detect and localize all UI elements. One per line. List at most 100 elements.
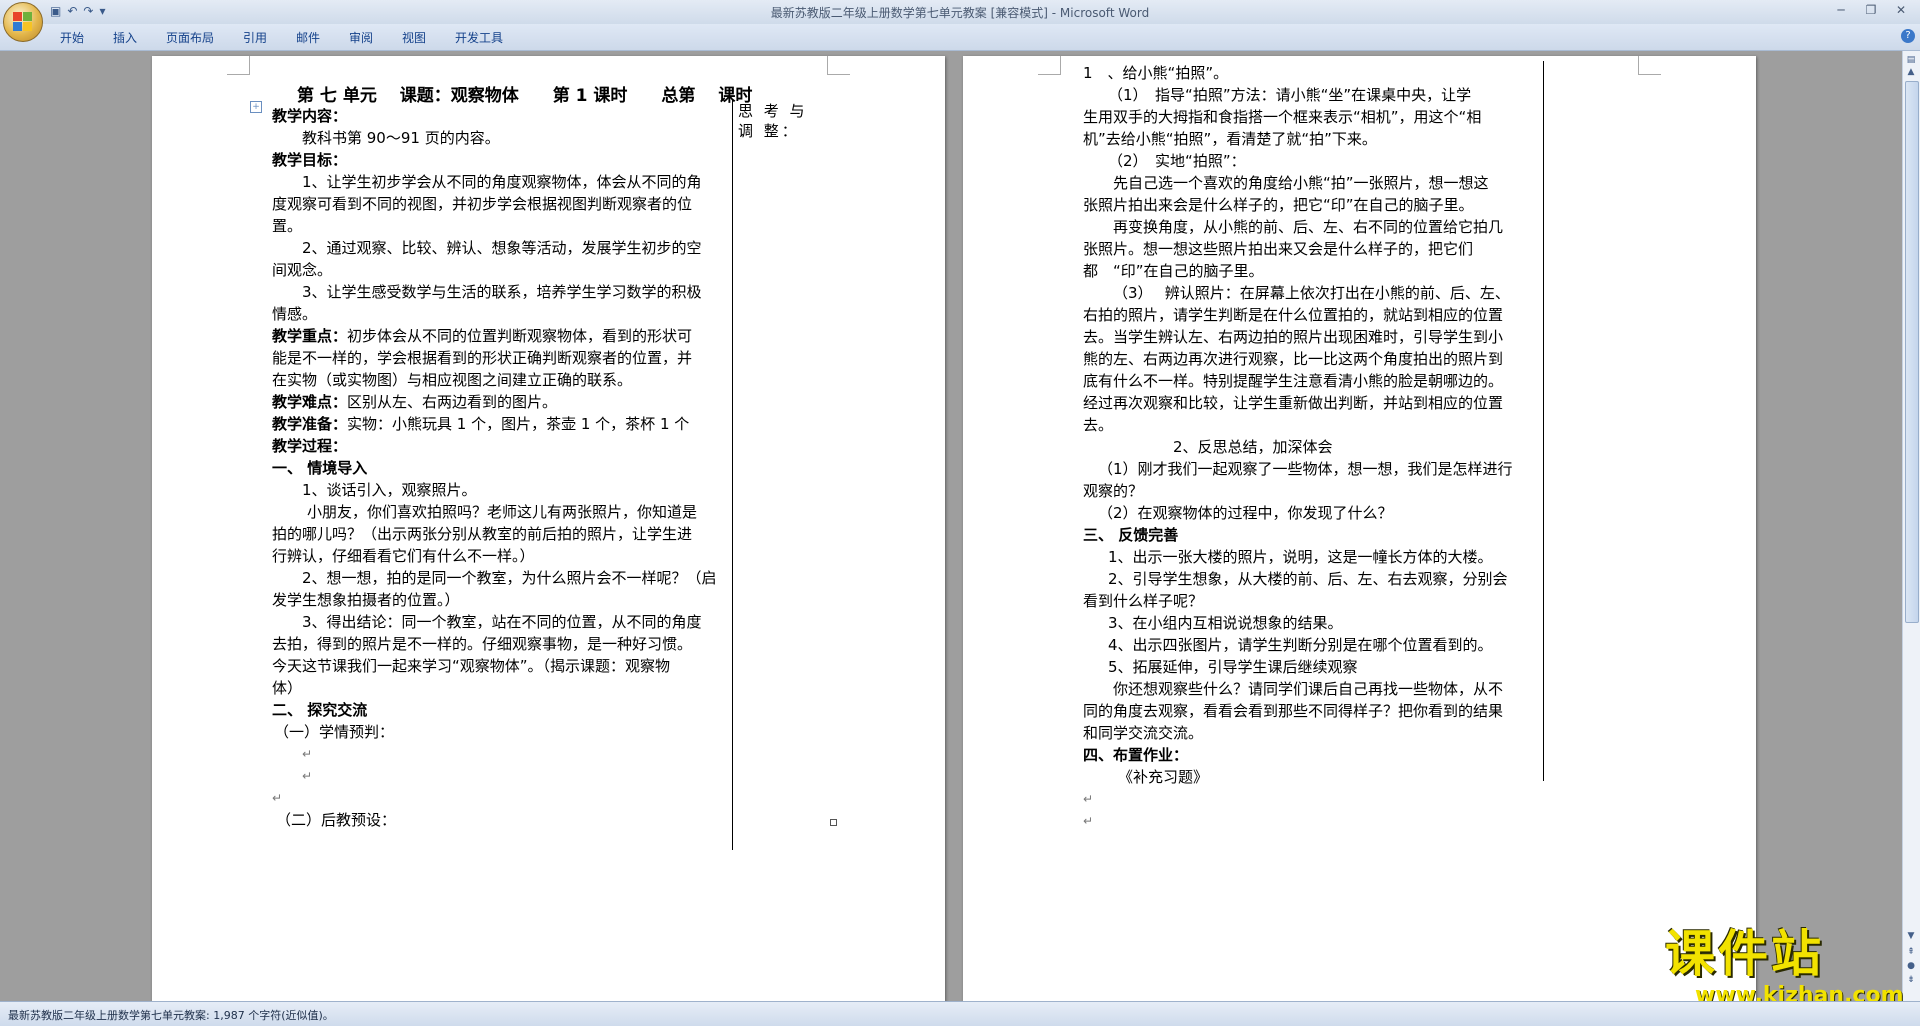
body-line: 行辨认，仔细看看它们有什么不一样。） xyxy=(272,547,535,565)
document-workspace: + 第 七 单元 课题：观察物体 第 1 课时 总第 课时 思 考 与 调 整：… xyxy=(0,51,1903,1001)
table-move-handle-icon[interactable]: + xyxy=(250,101,262,113)
customize-icon[interactable]: ▾ xyxy=(99,3,105,19)
window-controls: ─ ❐ ✕ xyxy=(1826,0,1916,20)
body-line: 3、得出结论：同一个教室，站在不同的位置，从不同的角度 xyxy=(302,613,702,631)
body-line: （2） 实地“拍照”： xyxy=(1108,152,1246,170)
paragraph-mark-icon: ↵ xyxy=(302,769,313,783)
table-divider xyxy=(732,100,733,850)
table-divider xyxy=(1543,61,1544,781)
save-icon[interactable]: ▣ xyxy=(50,3,61,19)
difficulty-label: 教学难点： xyxy=(272,393,348,411)
content-label: 教学内容： xyxy=(272,107,348,125)
body-line: 3、在小组内互相说说想象的结果。 xyxy=(1108,614,1343,632)
office-logo-icon xyxy=(13,12,33,32)
crop-mark xyxy=(1638,56,1661,75)
process-label: 教学过程： xyxy=(272,437,348,455)
crop-mark xyxy=(827,56,850,75)
tab-review[interactable]: 审阅 xyxy=(349,29,373,46)
goal-line: 度观察可看到不同的视图，并初步学会根据视图判断观察者的位 xyxy=(272,195,693,213)
minimize-icon[interactable]: ─ xyxy=(1826,0,1856,20)
body-line: 4、出示四张图片，请学生判断分别是在哪个位置看到的。 xyxy=(1108,636,1493,654)
document-page-left[interactable]: + 第 七 单元 课题：观察物体 第 1 课时 总第 课时 思 考 与 调 整：… xyxy=(152,56,945,1001)
tab-home[interactable]: 开始 xyxy=(60,29,84,46)
tab-page-layout[interactable]: 页面布局 xyxy=(166,29,214,46)
scroll-up-icon[interactable]: ▲ xyxy=(1905,67,1917,77)
body-line: 5、拓展延伸，引导学生课后继续观察 xyxy=(1108,658,1358,676)
body-line: 和同学交流交流。 xyxy=(1083,724,1204,742)
tab-developer[interactable]: 开发工具 xyxy=(455,29,503,46)
body-line: （2）在观察物体的过程中，你发现了什么？ xyxy=(1098,504,1393,522)
body-line: 张照片拍出来会是什么样子的，把它“印”在自己的脑子里。 xyxy=(1083,196,1474,214)
body-line: （3） 辨认照片：在屏幕上依次打出在小熊的前、后、左、 xyxy=(1113,284,1510,302)
reflection-label: 思 考 与 调 整： xyxy=(738,102,808,140)
body-line: 生用双手的大拇指和食指搭一个框来表示“相机”，用这个“相 xyxy=(1083,108,1482,126)
body-line: （二）后教预设： xyxy=(276,811,397,829)
body-line: 拍的哪儿吗？（出示两张分别从教室的前后拍的照片，让学生进 xyxy=(272,525,693,543)
goal-line: 情感。 xyxy=(272,305,318,323)
key-point-label: 教学重点： xyxy=(272,327,348,345)
section-heading: 一、 情境导入 xyxy=(272,459,368,477)
section-heading: 二、 探究交流 xyxy=(272,701,368,719)
ruler-toggle-icon[interactable]: ▤ xyxy=(1905,55,1917,65)
paragraph-mark-icon: ↵ xyxy=(272,791,283,805)
tab-references[interactable]: 引用 xyxy=(243,29,267,46)
key-point-line: 能是不一样的，学会根据看到的形状正确判断观察者的位置，并 xyxy=(272,349,693,367)
document-page-right[interactable]: 1 、给小熊“拍照”。 （1） 指导“拍照”方法：请小熊“坐”在课桌中央，让学 … xyxy=(963,56,1756,1001)
content-text: 教科书第 90～91 页的内容。 xyxy=(302,129,500,147)
paragraph-mark-icon: ↵ xyxy=(1083,814,1094,828)
restore-icon[interactable]: ❐ xyxy=(1856,0,1886,20)
body-line: 观察的？ xyxy=(1083,482,1144,500)
section-heading: 三、 反馈完善 xyxy=(1083,526,1179,544)
preparation-text: 实物：小熊玩具 1 个，图片，茶壶 1 个，茶杯 1 个 xyxy=(347,415,690,433)
body-line: 右拍的照片，请学生判断是在什么位置拍的，就站到相应的位置 xyxy=(1083,306,1504,324)
close-icon[interactable]: ✕ xyxy=(1886,0,1916,20)
help-icon[interactable]: ? xyxy=(1901,29,1915,43)
body-line: 看到什么样子呢？ xyxy=(1083,592,1204,610)
goal-line: 间观念。 xyxy=(272,261,333,279)
body-line: 今天这节课我们一起来学习“观察物体”。（揭示课题：观察物 xyxy=(272,657,671,675)
body-line: 都 “印”在自己的脑子里。 xyxy=(1083,262,1264,280)
difficulty-text: 区别从左、右两边看到的图片。 xyxy=(347,393,558,411)
scroll-thumb[interactable] xyxy=(1905,81,1919,623)
previous-page-icon[interactable]: ⇞ xyxy=(1905,947,1917,957)
table-resize-handle-icon[interactable] xyxy=(830,819,837,826)
select-browse-object-icon[interactable]: ● xyxy=(1905,961,1917,971)
quick-access-toolbar: ▣ ↶ ↷ ▾ xyxy=(50,3,106,19)
crop-mark xyxy=(1038,56,1061,75)
goal-line: 3、让学生感受数学与生活的联系，培养学生学习数学的积极 xyxy=(302,283,702,301)
body-line: 再变换角度，从小熊的前、后、左、右不同的位置给它拍几 xyxy=(1113,218,1504,236)
window-title: 最新苏教版二年级上册数学第七单元教案 [兼容模式] - Microsoft Wo… xyxy=(770,6,1150,20)
vertical-scrollbar[interactable]: ▤ ▲ ▼ ⇞ ● ⇟ xyxy=(1902,51,1920,1001)
body-line: 先自己选一个喜欢的角度给小熊“拍”一张照片，想一想这 xyxy=(1113,174,1489,192)
watermark-logo: 课件站 xyxy=(1665,925,1824,983)
body-line: （1） 指导“拍照”方法：请小熊“坐”在课桌中央，让学 xyxy=(1108,86,1472,104)
site-watermark: 课件站 www.kjzhan.com xyxy=(1665,925,1905,1008)
lesson-title: 第 七 单元 课题：观察物体 第 1 课时 总第 课时 xyxy=(297,86,753,106)
goal-line: 2、通过观察、比较、辨认、想象等活动，发展学生初步的空 xyxy=(302,239,702,257)
goal-line: 置。 xyxy=(272,217,303,235)
undo-icon[interactable]: ↶ xyxy=(67,3,77,19)
body-line: 经过再次观察和比较，让学生重新做出判断，并站到相应的位置 xyxy=(1083,394,1504,412)
body-line: （1）刚才我们一起观察了一些物体，想一想，我们是怎样进行 xyxy=(1098,460,1513,478)
body-line: 张照片。想一想这些照片拍出来又会是什么样子的，把它们 xyxy=(1083,240,1474,258)
redo-icon[interactable]: ↷ xyxy=(83,3,93,19)
body-line: （一）学情预判： xyxy=(274,723,395,741)
body-line: 底有什么不一样。特别提醒学生注意看清小熊的脸是朝哪边的。 xyxy=(1083,372,1504,390)
body-line: 1、出示一张大楼的照片，说明，这是一幢长方体的大楼。 xyxy=(1108,548,1493,566)
body-line: 2、反思总结，加深体会 xyxy=(1173,438,1333,456)
section-heading: 四、布置作业： xyxy=(1083,746,1189,764)
next-page-icon[interactable]: ⇟ xyxy=(1905,975,1917,985)
body-line: 去。 xyxy=(1083,416,1114,434)
status-bar: 最新苏教版二年级上册数学第七单元教案: 1,987 个字符(近似值)。 xyxy=(0,1001,1920,1026)
scroll-down-icon[interactable]: ▼ xyxy=(1905,931,1917,941)
tab-insert[interactable]: 插入 xyxy=(113,29,137,46)
office-button[interactable] xyxy=(3,2,43,42)
body-line: 2、想一想，拍的是同一个教室，为什么照片会不一样呢？（启 xyxy=(302,569,717,587)
paragraph-mark-icon: ↵ xyxy=(1083,792,1094,806)
tab-mailings[interactable]: 邮件 xyxy=(296,29,320,46)
body-line: 1、谈话引入，观察照片。 xyxy=(302,481,477,499)
body-line: 小朋友，你们喜欢拍照吗？老师这儿有两张照片，你知道是 xyxy=(307,503,698,521)
preparation-label: 教学准备： xyxy=(272,415,348,433)
body-line: 同的角度去观察，看看会看到那些不同得样子？把你看到的结果 xyxy=(1083,702,1504,720)
tab-view[interactable]: 视图 xyxy=(402,29,426,46)
